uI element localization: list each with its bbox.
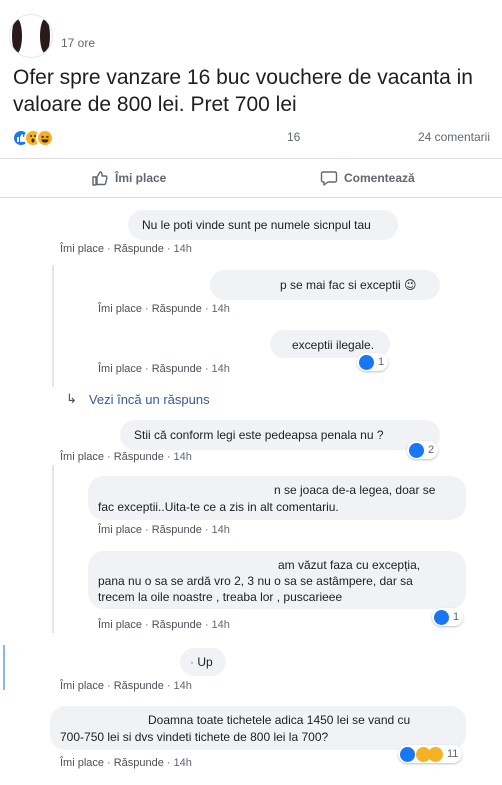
reply-like-link[interactable]: Îmi place	[98, 619, 142, 631]
comment-meta: Îmi place · Răspunde · 14h	[60, 451, 192, 463]
reply-reply-link[interactable]: Răspunde	[152, 303, 202, 315]
reply-time[interactable]: 14h	[212, 303, 230, 315]
like-button[interactable]: Îmi place	[91, 159, 166, 197]
comment-text: Stii că conform legi este pedeapsa penal…	[134, 428, 384, 442]
comment-bubble[interactable]: Doamna toate tichetele adica 1450 lei se…	[50, 706, 466, 750]
comment-prefix: ·	[190, 655, 194, 669]
reply-time[interactable]: 14h	[212, 524, 230, 536]
reaction-badge[interactable]: 1	[357, 353, 389, 371]
reply-arrow-icon: ↳	[66, 391, 77, 406]
comment-like-link[interactable]: Îmi place	[60, 451, 104, 463]
comments-count[interactable]: 24 comentarii	[418, 130, 490, 144]
like-badge-icon	[434, 609, 449, 625]
comment-time[interactable]: 14h	[174, 243, 192, 255]
post-text: Ofer spre vanzare 16 buc vouchere de vac…	[13, 66, 473, 116]
comment-meta: Îmi place · Răspunde · 14h	[60, 757, 192, 769]
reply-time[interactable]: 14h	[212, 363, 230, 375]
reply-text: exceptii ilegale.	[292, 338, 375, 352]
comment-bubble[interactable]: · Up	[180, 648, 226, 676]
thread-line	[52, 265, 54, 387]
reply-bubble[interactable]: p se mai fac si exceptii 😉	[210, 270, 440, 300]
reaction-count: 1	[378, 356, 385, 368]
comment-bubble-icon	[320, 171, 338, 186]
reply-reply-link[interactable]: Răspunde	[152, 363, 202, 375]
thumbs-up-icon	[92, 171, 108, 186]
comment-time[interactable]: 14h	[174, 680, 192, 692]
reply-reply-link[interactable]: Răspunde	[152, 619, 202, 631]
like-badge-icon	[359, 354, 374, 370]
comment-reply-link[interactable]: Răspunde	[114, 451, 164, 463]
author-avatar[interactable]	[9, 14, 53, 58]
comment-text: Up	[197, 655, 213, 669]
comment-time[interactable]: 14h	[174, 451, 192, 463]
comment-button-label: Comentează	[344, 171, 415, 185]
reply-like-link[interactable]: Îmi place	[98, 363, 142, 375]
reply-text-line: fac exceptii..Uita-te ce a zis in alt co…	[98, 500, 339, 514]
reaction-badge[interactable]: 2	[407, 441, 439, 459]
comment-text-line: Doamna toate tichetele adica 1450 lei se…	[148, 713, 411, 727]
reply-bubble[interactable]: n se joaca de-a legea, doar se fac excep…	[88, 476, 466, 520]
comment-reply-link[interactable]: Răspunde	[114, 757, 164, 769]
reply-meta: Îmi place · Răspunde · 14h	[98, 619, 230, 631]
reaction-count: 11	[447, 748, 459, 760]
thread-line-highlight	[3, 645, 5, 690]
reaction-badge[interactable]: 11	[398, 745, 463, 763]
comment-like-link[interactable]: Îmi place	[60, 757, 104, 769]
reply-text-line: am văzut faza cu excepția,	[278, 558, 421, 572]
like-badge-icon	[400, 746, 415, 762]
wow-badge-icon	[428, 746, 443, 762]
reply-text-line: trecem la oile noastre , treaba lor , pu…	[98, 590, 343, 604]
comment-meta: Îmi place · Răspunde · 14h	[60, 680, 192, 692]
post-time[interactable]: 17 ore	[61, 36, 95, 50]
reply-text-line: pana nu o sa se ardă vro 2, 3 nu o sa se…	[98, 574, 413, 588]
reply-reply-link[interactable]: Răspunde	[152, 524, 202, 536]
reaction-badge[interactable]: 1	[432, 608, 464, 626]
comment-like-link[interactable]: Îmi place	[60, 243, 104, 255]
reply-meta: Îmi place · Răspunde · 14h	[98, 363, 230, 375]
comment-text: Nu le poti vinde sunt pe numele sicnpul …	[142, 218, 371, 232]
comment-button[interactable]: Comentează	[320, 159, 415, 197]
like-badge-icon	[409, 442, 424, 458]
more-replies-label: Vezi încă un răspuns	[88, 391, 210, 407]
haha-reaction-icon	[36, 129, 54, 147]
reply-text-line: n se joaca de-a legea, doar se	[274, 483, 436, 497]
more-replies-link[interactable]: ↳ Vezi încă un răspuns	[66, 391, 210, 407]
like-button-label: Îmi place	[115, 171, 167, 185]
comment-text-line: 700-750 lei si dvs vindeti tichete de 80…	[60, 730, 329, 744]
post-header: 17 ore	[0, 0, 502, 60]
reply-text: p se mai fac si exceptii 😉	[280, 278, 417, 292]
reply-bubble[interactable]: am văzut faza cu excepția, pana nu o sa …	[88, 551, 466, 609]
comment-meta: Îmi place · Răspunde · 14h	[60, 243, 192, 255]
reaction-count: 1	[453, 611, 460, 623]
post-stats: 16 24 comentarii	[0, 126, 502, 150]
comment-time[interactable]: 14h	[174, 757, 192, 769]
reply-meta: Îmi place · Răspunde · 14h	[98, 524, 230, 536]
reaction-count: 2	[428, 444, 435, 456]
comment-bubble[interactable]: Nu le poti vinde sunt pe numele sicnpul …	[128, 210, 398, 240]
reply-time[interactable]: 14h	[212, 619, 230, 631]
reply-like-link[interactable]: Îmi place	[98, 303, 142, 315]
comment-reply-link[interactable]: Răspunde	[114, 243, 164, 255]
thread-line	[52, 465, 54, 633]
comment-bubble[interactable]: Stii că conform legi este pedeapsa penal…	[120, 420, 440, 450]
reply-meta: Îmi place · Răspunde · 14h	[98, 303, 230, 315]
reactions-count[interactable]: 16	[287, 130, 300, 144]
comment-like-link[interactable]: Îmi place	[60, 680, 104, 692]
comment-reply-link[interactable]: Răspunde	[114, 680, 164, 692]
action-bar: Îmi place Comentează	[0, 158, 502, 198]
reply-like-link[interactable]: Îmi place	[98, 524, 142, 536]
